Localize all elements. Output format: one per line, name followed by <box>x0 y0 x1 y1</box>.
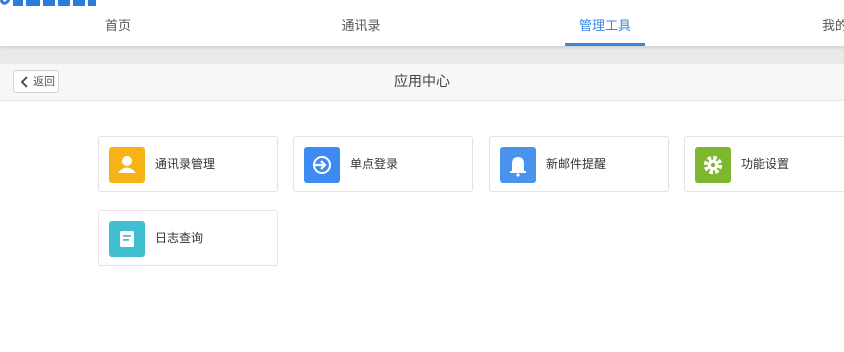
brand-logo <box>0 0 96 6</box>
app-log-query[interactable]: 日志查询 <box>98 210 278 266</box>
app-icon-tile <box>109 147 145 183</box>
app-label: 通讯录管理 <box>155 157 216 171</box>
tab-admin-tools[interactable]: 管理工具 <box>565 10 645 46</box>
app-icon-tile <box>304 147 340 183</box>
log-document-icon <box>120 231 134 247</box>
sign-in-icon <box>313 156 331 174</box>
app-label: 新邮件提醒 <box>546 157 607 171</box>
top-navigation: 首页 通讯录 管理工具 我的 <box>0 10 844 46</box>
tab-contacts[interactable]: 通讯录 <box>336 10 386 46</box>
tab-admin-tools-label: 管理工具 <box>578 19 631 34</box>
active-tab-indicator <box>565 43 645 46</box>
app-icon-tile <box>500 147 536 183</box>
separator-band <box>0 46 844 64</box>
app-icon-tile <box>109 221 145 257</box>
brand-logo-strip <box>0 0 844 10</box>
app-contacts-management[interactable]: 通讯录管理 <box>98 136 278 192</box>
tab-mine-label: 我的 <box>822 19 844 34</box>
app-label: 功能设置 <box>741 157 790 171</box>
tab-contacts-label: 通讯录 <box>341 19 381 34</box>
bell-icon <box>510 157 526 177</box>
app-feature-settings[interactable]: 功能设置 <box>684 136 844 192</box>
tab-mine[interactable]: 我的 <box>822 10 844 46</box>
app-icon-tile <box>695 147 731 183</box>
user-icon <box>118 156 136 173</box>
app-label: 单点登录 <box>350 157 399 171</box>
app-new-mail-reminder[interactable]: 新邮件提醒 <box>489 136 669 192</box>
app-label: 日志查询 <box>155 231 204 245</box>
tab-home[interactable]: 首页 <box>98 10 138 46</box>
gear-icon <box>703 155 723 175</box>
tab-home-label: 首页 <box>104 19 131 34</box>
page-title: 应用中心 <box>394 74 450 90</box>
back-button-label: 返回 <box>33 75 55 88</box>
app-single-sign-on[interactable]: 单点登录 <box>293 136 473 192</box>
chevron-left-icon <box>20 76 28 88</box>
back-button[interactable]: 返回 <box>13 70 59 93</box>
sub-header: 应用中心 返回 <box>0 64 844 101</box>
